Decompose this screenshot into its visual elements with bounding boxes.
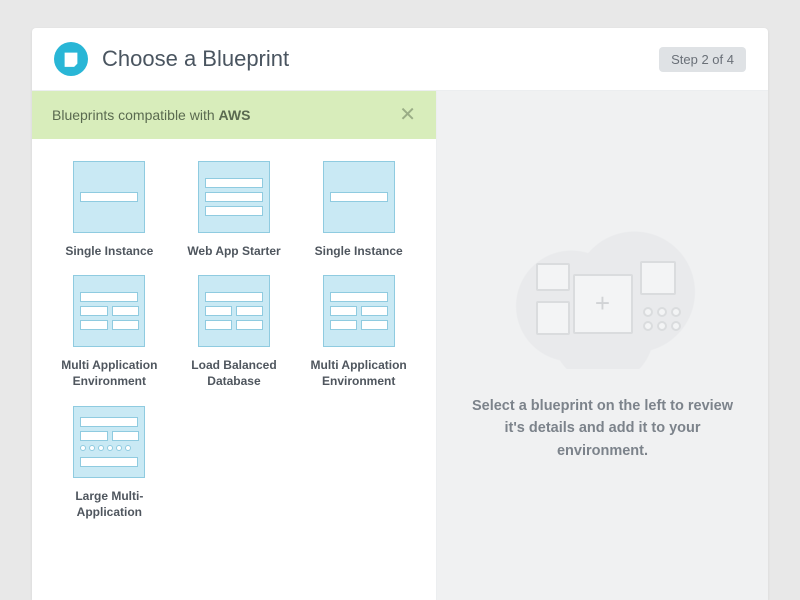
blueprint-thumbnail (323, 275, 395, 347)
blueprint-card[interactable]: Multi Application Environment (299, 275, 418, 389)
blueprint-card[interactable]: Load Balanced Database (175, 275, 294, 389)
blueprint-label: Single Instance (65, 243, 153, 259)
filter-provider: AWS (219, 107, 251, 123)
blueprint-label: Large Multi-Application (54, 488, 164, 520)
blueprint-card[interactable]: Large Multi-Application (50, 406, 169, 520)
blueprint-thumbnail (198, 275, 270, 347)
blueprint-list-panel: Blueprints compatible with AWS ✕ Single … (32, 91, 437, 600)
step-badge: Step 2 of 4 (659, 47, 746, 72)
blueprint-label: Multi Application Environment (54, 357, 164, 389)
blueprint-icon (54, 42, 88, 76)
blueprint-label: Single Instance (315, 243, 403, 259)
placeholder-text: Select a blueprint on the left to review… (467, 395, 738, 462)
compatibility-filter-bar: Blueprints compatible with AWS ✕ (32, 91, 436, 139)
blueprint-card[interactable]: Single Instance (299, 161, 418, 259)
blueprint-grid: Single Instance Web App Starter Single Ins… (32, 139, 436, 530)
blueprint-thumbnail (323, 161, 395, 233)
blueprint-thumbnail (73, 161, 145, 233)
plus-icon: + (573, 274, 633, 334)
blueprint-label: Multi Application Environment (304, 357, 414, 389)
close-icon[interactable]: ✕ (399, 105, 416, 125)
blueprint-label: Load Balanced Database (179, 357, 289, 389)
modal-header: Choose a Blueprint Step 2 of 4 (32, 28, 768, 91)
modal-body: Blueprints compatible with AWS ✕ Single … (32, 91, 768, 600)
blueprint-thumbnail (73, 406, 145, 478)
blueprint-thumbnail (198, 161, 270, 233)
placeholder-illustration: + (498, 229, 708, 369)
blueprint-card[interactable]: Multi Application Environment (50, 275, 169, 389)
blueprint-detail-panel: + Select a blueprint on the left to revi… (437, 91, 768, 600)
choose-blueprint-modal: Choose a Blueprint Step 2 of 4 Blueprint… (32, 28, 768, 600)
blueprint-thumbnail (73, 275, 145, 347)
blueprint-label: Web App Starter (187, 243, 280, 259)
filter-prefix: Blueprints compatible with (52, 107, 219, 123)
modal-title: Choose a Blueprint (102, 46, 289, 72)
blueprint-card[interactable]: Web App Starter (175, 161, 294, 259)
compatibility-filter-text: Blueprints compatible with AWS (52, 107, 250, 123)
blueprint-card[interactable]: Single Instance (50, 161, 169, 259)
